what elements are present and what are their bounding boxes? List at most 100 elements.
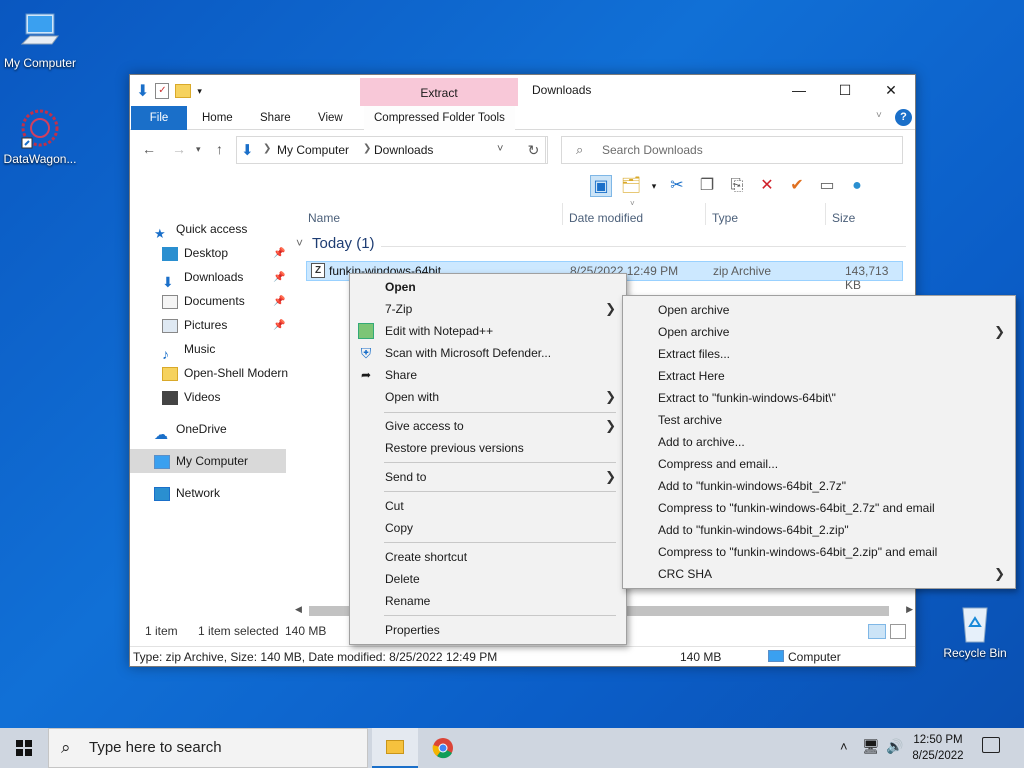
submenu-item-add-zip[interactable]: Add to "funkin-windows-64bit_2.zip" [623, 519, 1015, 541]
group-header[interactable]: Today (1) [312, 235, 375, 252]
large-icons-view-icon[interactable] [890, 624, 906, 639]
menu-item-give-access[interactable]: Give access to ❯ [350, 415, 626, 437]
show-hidden-icons-icon[interactable]: ˄ [840, 739, 848, 754]
preview-pane-icon[interactable]: ▣ [590, 175, 612, 197]
menu-item-edit-notepad[interactable]: Edit with Notepad++ [350, 320, 626, 342]
customize-qat-icon[interactable]: ▾ [197, 86, 202, 97]
submenu-item-add-7z[interactable]: Add to "funkin-windows-64bit_2.7z" [623, 475, 1015, 497]
menu-label: Open with [385, 390, 440, 404]
nav-downloads[interactable]: ⬇ Downloads [162, 266, 243, 290]
submenu-item-add-to-archive[interactable]: Add to archive... [623, 431, 1015, 453]
dropdown-icon[interactable]: ▾ [650, 175, 658, 197]
nav-open-shell[interactable]: Open-Shell Modern [162, 362, 288, 384]
submenu-item-extract-here[interactable]: Extract Here [623, 365, 1015, 387]
taskbar-file-explorer[interactable] [372, 728, 418, 768]
submenu-item-compress-zip-email[interactable]: Compress to "funkin-windows-64bit_2.zip"… [623, 541, 1015, 563]
nav-music[interactable]: ♪ Music [162, 338, 215, 362]
submenu-item-crc-sha[interactable]: CRC SHA ❯ [623, 563, 1015, 585]
breadcrumb-downloads[interactable]: Downloads [374, 143, 433, 157]
column-header-type[interactable]: Type [712, 207, 738, 229]
checkmark-icon[interactable]: ✔ [786, 175, 808, 197]
paste-icon[interactable]: ⎘ [726, 175, 748, 197]
menu-label: Edit with Notepad++ [385, 324, 494, 338]
help-icon[interactable]: ? [895, 109, 912, 126]
start-button[interactable] [0, 728, 48, 768]
tab-compressed-folder-tools[interactable]: Compressed Folder Tools [364, 106, 515, 130]
globe-icon[interactable]: ● [846, 175, 868, 197]
up-button[interactable]: ↑ [216, 141, 223, 157]
address-bar[interactable]: ⬇ ❯ My Computer ❯ Downloads ˅ [236, 136, 546, 164]
menu-label: Open [385, 280, 416, 294]
nav-pictures[interactable]: Pictures [162, 314, 227, 336]
column-header-name[interactable]: Name [308, 207, 340, 229]
nav-onedrive[interactable]: ☁ OneDrive [154, 418, 227, 442]
submenu-item-compress-7z-email[interactable]: Compress to "funkin-windows-64bit_2.7z" … [623, 497, 1015, 519]
cut-icon[interactable]: ✂ [666, 175, 688, 197]
ribbon-collapse-icon[interactable]: ˅ [876, 110, 882, 121]
group-collapse-icon[interactable]: ˅ [296, 236, 303, 250]
submenu-item-compress-email[interactable]: Compress and email... [623, 453, 1015, 475]
menu-item-restore-versions[interactable]: Restore previous versions [350, 437, 626, 459]
menu-item-properties[interactable]: Properties [350, 619, 626, 641]
download-arrow-icon: ⬇ [241, 142, 254, 159]
taskbar-search-input[interactable]: ⌕ Type here to search [48, 728, 368, 768]
recent-locations-icon[interactable]: ▾ [196, 144, 201, 155]
refresh-button[interactable]: ↻ [520, 136, 548, 164]
tab-file[interactable]: File [131, 106, 187, 130]
menu-item-delete[interactable]: Delete [350, 568, 626, 590]
taskbar-chrome[interactable] [420, 728, 466, 768]
menu-item-7zip[interactable]: 7-Zip ❯ [350, 298, 626, 320]
folder-options-icon[interactable]: 🗂 [620, 175, 642, 197]
column-header-size[interactable]: Size [832, 207, 855, 229]
nav-quick-access[interactable]: ★ Quick access [154, 218, 247, 241]
maximize-button[interactable]: ☐ [822, 75, 868, 105]
notifications-icon[interactable] [982, 737, 1000, 753]
system-clock[interactable]: 12:50 PM 8/25/2022 [906, 732, 970, 764]
menu-item-send-to[interactable]: Send to ❯ [350, 466, 626, 488]
menu-item-rename[interactable]: Rename [350, 590, 626, 612]
tab-home[interactable]: Home [192, 106, 243, 130]
desktop-icon-datawagon[interactable]: DataWagon... [0, 106, 80, 166]
delete-icon[interactable]: ✕ [756, 175, 778, 197]
new-folder-icon[interactable] [175, 84, 192, 98]
rename-icon[interactable]: ▭ [816, 175, 838, 197]
menu-label: 7-Zip [385, 302, 413, 316]
tab-view[interactable]: View [308, 106, 353, 130]
breadcrumb-my-computer[interactable]: My Computer [277, 143, 349, 157]
menu-item-scan-defender[interactable]: ⛨ Scan with Microsoft Defender... [350, 342, 626, 364]
back-button[interactable]: ← [142, 141, 156, 157]
minimize-button[interactable]: — [776, 75, 822, 105]
menu-label: Scan with Microsoft Defender... [385, 346, 552, 360]
submenu-item-open-archive[interactable]: Open archive [623, 299, 1015, 321]
menu-item-open[interactable]: Open [350, 276, 626, 298]
menu-item-open-with[interactable]: Open with ❯ [350, 386, 626, 408]
nav-desktop[interactable]: Desktop [162, 242, 228, 264]
volume-icon[interactable]: 🔊 [886, 738, 903, 755]
tab-share[interactable]: Share [250, 106, 301, 130]
close-button[interactable]: ✕ [868, 75, 914, 105]
desktop-icon-my-computer[interactable]: My Computer [0, 10, 80, 70]
copy-icon[interactable]: ❐ [696, 175, 718, 197]
search-input[interactable]: ⌕ Search Downloads [561, 136, 903, 164]
details-view-icon[interactable] [868, 624, 886, 639]
menu-item-share[interactable]: ➦ Share [350, 364, 626, 386]
submenu-item-extract-files[interactable]: Extract files... [623, 343, 1015, 365]
nav-videos[interactable]: Videos [162, 386, 220, 408]
address-dropdown-icon[interactable]: ˅ [497, 143, 503, 155]
nav-network[interactable]: Network [154, 482, 220, 504]
menu-item-cut[interactable]: Cut [350, 495, 626, 517]
scroll-left-icon[interactable]: ◀ [295, 604, 302, 615]
column-header-date[interactable]: Date modified [569, 207, 643, 229]
nav-my-computer[interactable]: My Computer [154, 450, 248, 472]
submenu-item-test-archive[interactable]: Test archive [623, 409, 1015, 431]
menu-item-copy[interactable]: Copy [350, 517, 626, 539]
submenu-item-extract-to-folder[interactable]: Extract to "funkin-windows-64bit\" [623, 387, 1015, 409]
desktop-icon-recycle-bin[interactable]: Recycle Bin [935, 600, 1015, 660]
forward-button[interactable]: → [172, 141, 186, 157]
nav-documents[interactable]: Documents [162, 290, 245, 312]
properties-icon[interactable]: ✓ [155, 83, 170, 99]
network-status-icon[interactable]: 🖥 [862, 738, 880, 755]
scroll-right-icon[interactable]: ▶ [906, 604, 913, 615]
menu-item-create-shortcut[interactable]: Create shortcut [350, 546, 626, 568]
submenu-item-open-archive-more[interactable]: Open archive ❯ [623, 321, 1015, 343]
